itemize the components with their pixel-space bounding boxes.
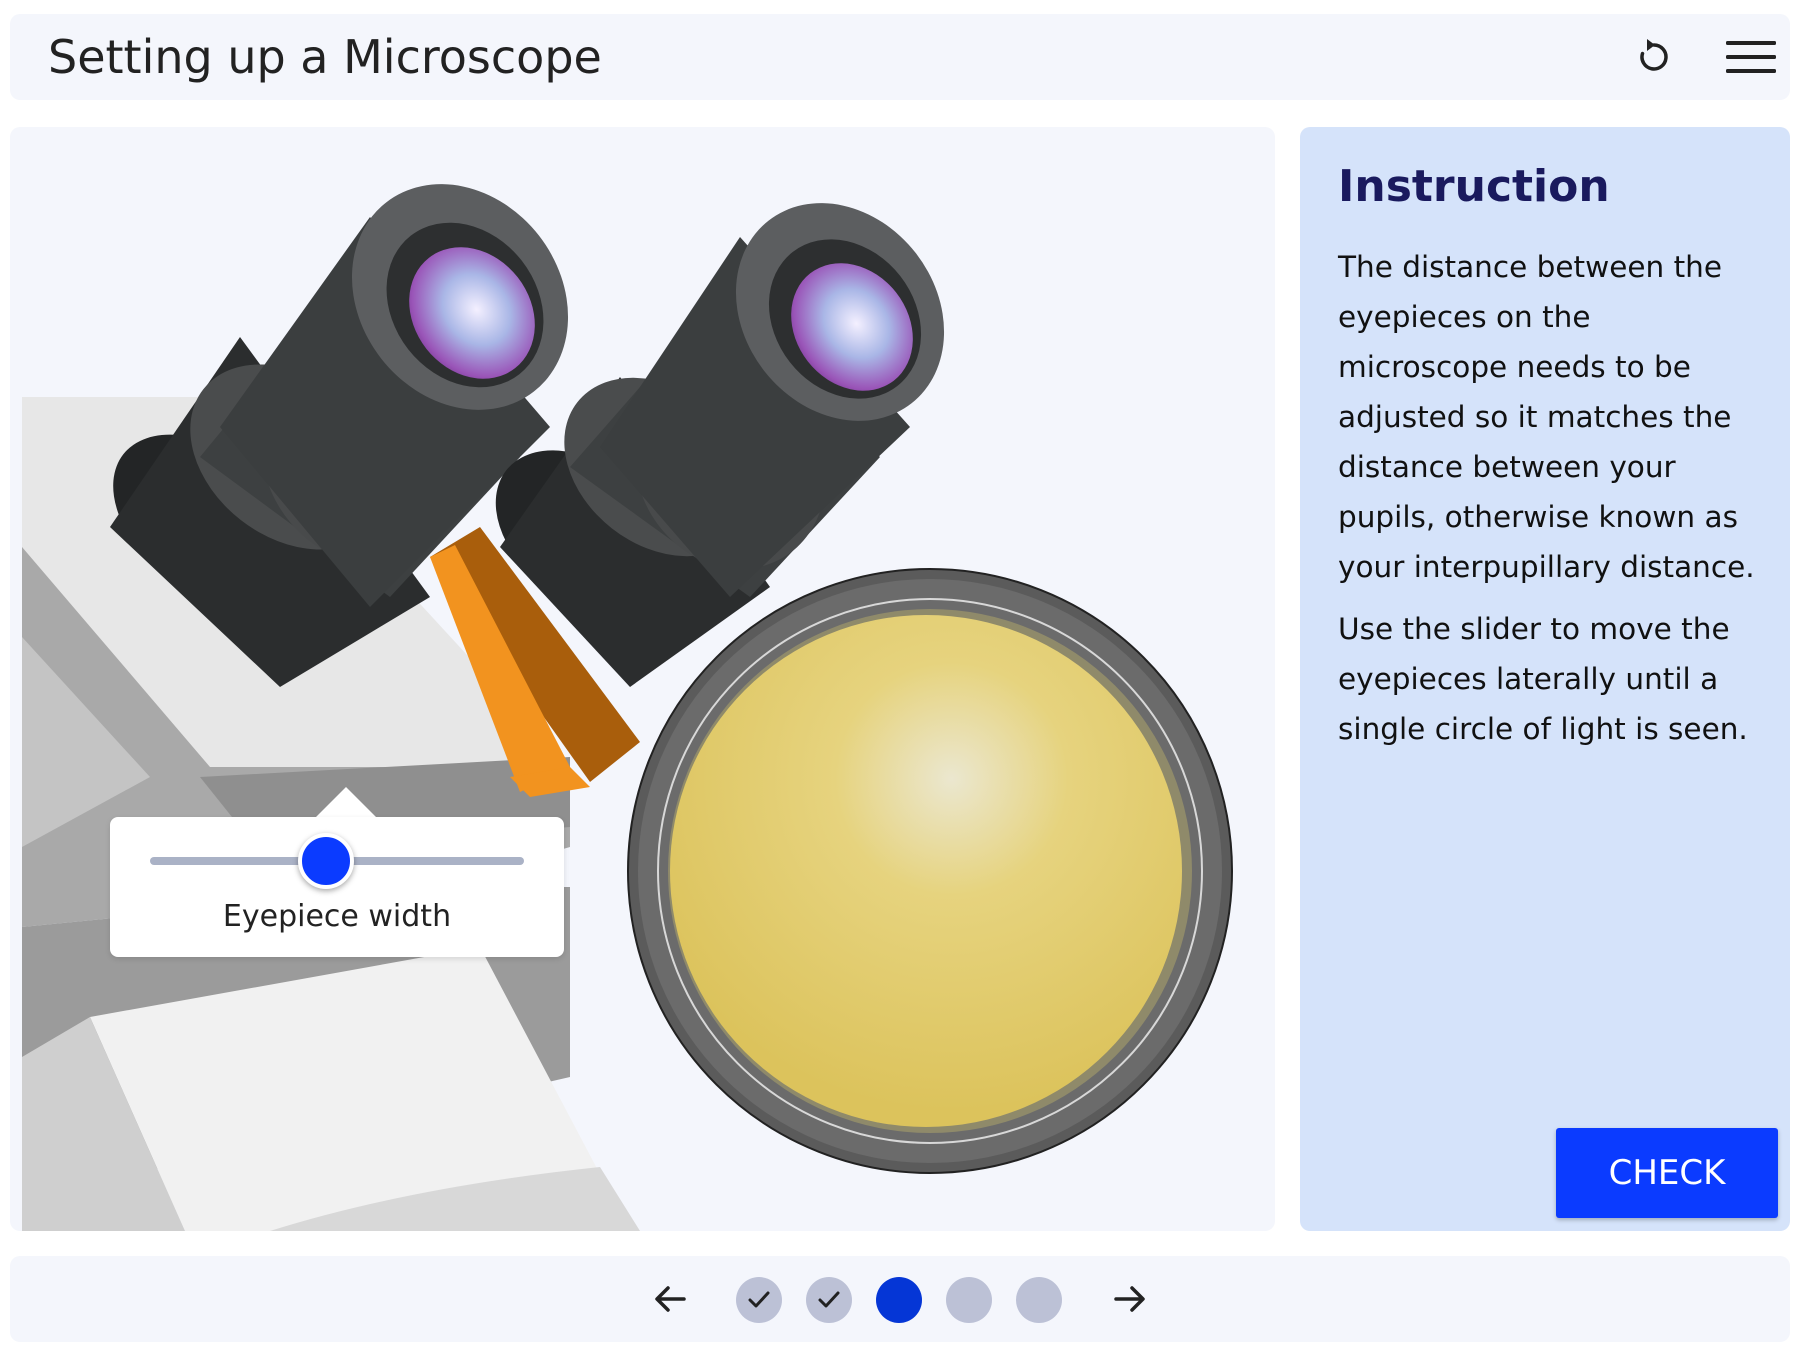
menu-button[interactable] xyxy=(1722,33,1780,81)
step-dot-4[interactable] xyxy=(946,1277,992,1323)
instruction-body: The distance between the eyepieces on th… xyxy=(1338,242,1768,766)
checkmark-icon xyxy=(818,1291,840,1308)
slider-thumb[interactable] xyxy=(297,833,354,889)
eyepiece-width-slider-panel: Eyepiece width xyxy=(110,787,564,957)
step-navigation xyxy=(10,1256,1790,1342)
microscope-illustration xyxy=(22,184,1233,1231)
instruction-paragraph: The distance between the eyepieces on th… xyxy=(1338,250,1755,584)
checkmark-icon xyxy=(748,1291,770,1308)
step-dot-1[interactable] xyxy=(736,1277,782,1323)
reset-icon xyxy=(1640,39,1668,71)
popup-pointer xyxy=(316,787,376,817)
slider-label: Eyepiece width xyxy=(222,899,452,934)
previous-button[interactable] xyxy=(646,1275,694,1323)
light-circle-view xyxy=(627,568,1233,1174)
instruction-paragraph: Use the slider to move the eyepieces lat… xyxy=(1338,612,1748,746)
arrow-left-icon xyxy=(655,1286,686,1312)
reset-button[interactable] xyxy=(1630,33,1678,81)
hamburger-menu-icon xyxy=(1726,41,1776,73)
step-dot-3-current[interactable] xyxy=(876,1277,922,1323)
check-button[interactable]: CHECK xyxy=(1556,1128,1778,1218)
step-dot-2[interactable] xyxy=(806,1277,852,1323)
instruction-heading: Instruction xyxy=(1338,161,1610,212)
arrow-right-icon xyxy=(1114,1286,1145,1312)
next-button[interactable] xyxy=(1106,1275,1154,1323)
instruction-panel: Instruction The distance between the eye… xyxy=(1300,127,1790,1231)
header-bar: Setting up a Microscope xyxy=(10,14,1790,100)
step-dot-5[interactable] xyxy=(1016,1277,1062,1323)
page-title: Setting up a Microscope xyxy=(48,30,602,84)
microscope-scene: Eyepiece width xyxy=(10,127,1275,1231)
